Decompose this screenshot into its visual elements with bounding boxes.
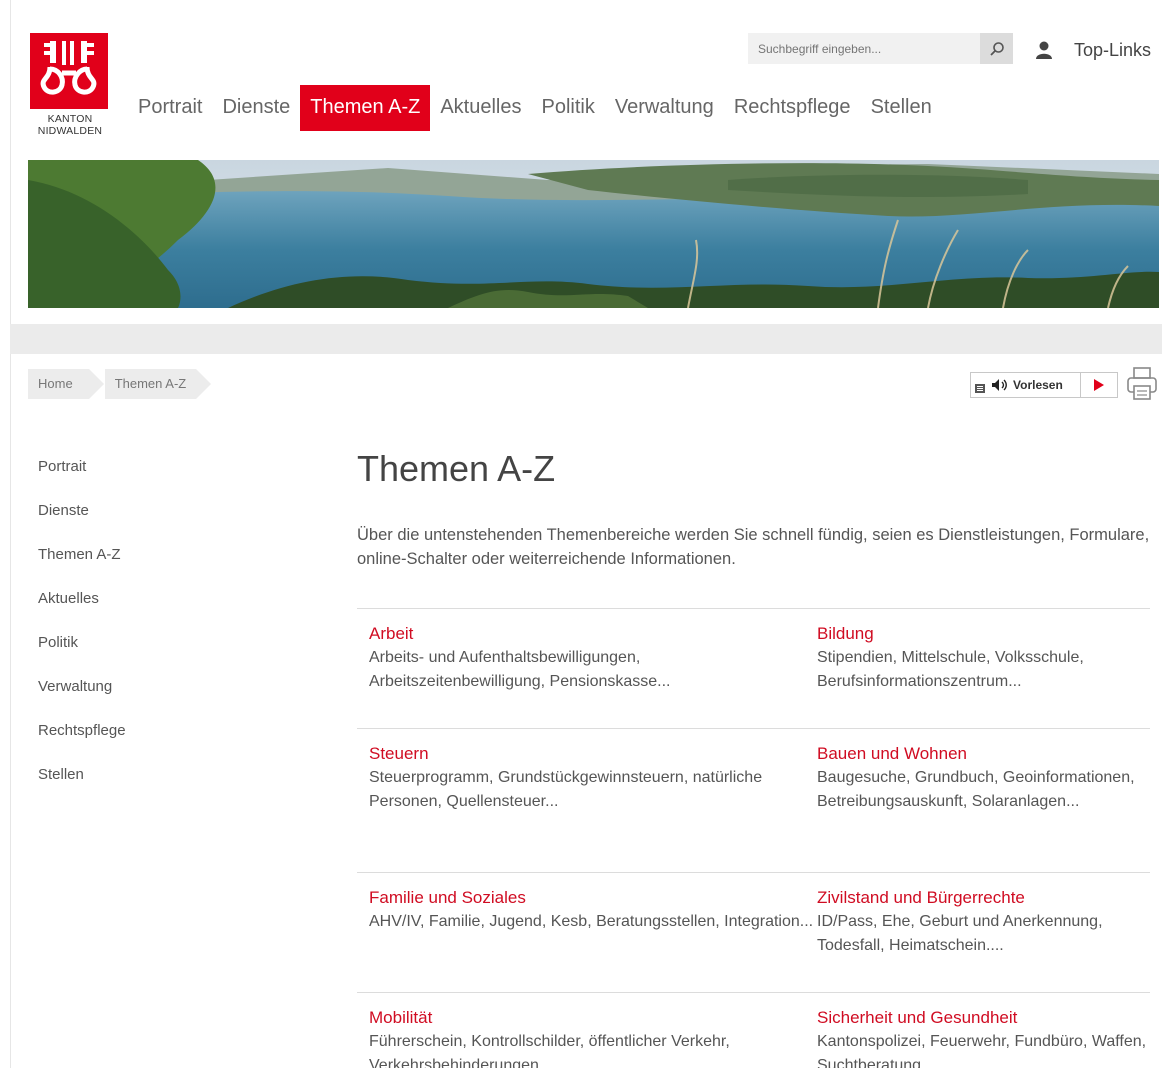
breadcrumb-themen-a-z[interactable]: Themen A-Z [89, 369, 211, 399]
read-aloud-widget: Vorlesen [970, 372, 1118, 398]
topic-bauen-und-wohnen: Bauen und Wohnen Baugesuche, Grundbuch, … [817, 742, 1150, 872]
side-item-politik[interactable]: Politik [38, 631, 288, 675]
topic-description: Führerschein, Kontrollschilder, öffentli… [369, 1033, 730, 1068]
topic-familie-und-soziales: Familie und Soziales AHV/IV, Familie, Ju… [369, 886, 817, 992]
logo-text-line2: NIDWALDEN [37, 125, 103, 137]
speaker-icon [992, 379, 1007, 391]
topic-link-bauen-und-wohnen[interactable]: Bauen und Wohnen [817, 742, 1150, 766]
topic-row: Familie und Soziales AHV/IV, Familie, Ju… [357, 872, 1150, 992]
logo-text-line1: KANTON [47, 113, 93, 125]
nav-item-stellen[interactable]: Stellen [861, 85, 942, 131]
top-links-button[interactable]: Top-Links [1034, 36, 1151, 64]
search-input[interactable] [748, 33, 980, 64]
topic-sicherheit-und-gesundheit: Sicherheit und Gesundheit Kantonspolizei… [817, 1006, 1150, 1068]
nav-item-themen-a-z[interactable]: Themen A-Z [300, 85, 431, 131]
breadcrumb: Home Themen A-Z [28, 369, 211, 399]
topic-link-zivilstand-und-buergerrechte[interactable]: Zivilstand und Bürgerrechte [817, 886, 1150, 910]
nav-item-rechtspflege[interactable]: Rechtspflege [724, 85, 861, 131]
main-navigation: Portrait Dienste Themen A-Z Aktuelles Po… [128, 85, 942, 131]
side-item-themen-a-z[interactable]: Themen A-Z [38, 543, 288, 587]
hero-lake-image [28, 160, 1159, 308]
topic-zivilstand-und-buergerrechte: Zivilstand und Bürgerrechte ID/Pass, Ehe… [817, 886, 1150, 992]
topic-link-sicherheit-und-gesundheit[interactable]: Sicherheit und Gesundheit [817, 1006, 1150, 1030]
topic-row: Mobilität Führerschein, Kontrollschilder… [357, 992, 1150, 1068]
side-item-stellen[interactable]: Stellen [38, 763, 288, 807]
side-item-aktuelles[interactable]: Aktuelles [38, 587, 288, 631]
topic-description: Baugesuche, Grundbuch, Geoinformationen,… [817, 769, 1135, 810]
topic-description: ID/Pass, Ehe, Geburt und Anerkennung, To… [817, 913, 1103, 954]
nav-item-portrait[interactable]: Portrait [128, 85, 212, 131]
search-box [748, 33, 1013, 64]
read-aloud-label: Vorlesen [1013, 378, 1063, 392]
side-item-verwaltung[interactable]: Verwaltung [38, 675, 288, 719]
nav-item-politik[interactable]: Politik [531, 85, 604, 131]
side-navigation: Portrait Dienste Themen A-Z Aktuelles Po… [38, 455, 288, 807]
topic-description: Kantonspolizei, Feuerwehr, Fundbüro, Waf… [817, 1033, 1147, 1068]
canton-logo[interactable]: KANTON NIDWALDEN [30, 33, 110, 145]
key-emblem-icon [40, 41, 97, 95]
topic-link-mobilitaet[interactable]: Mobilität [369, 1006, 817, 1030]
topic-bildung: Bildung Stipendien, Mittelschule, Volkss… [817, 622, 1150, 728]
topic-row: Steuern Steuerprogramm, Grundstückgewinn… [357, 728, 1150, 872]
nav-item-dienste[interactable]: Dienste [212, 85, 300, 131]
side-item-portrait[interactable]: Portrait [38, 455, 288, 499]
topic-steuern: Steuern Steuerprogramm, Grundstückgewinn… [369, 742, 817, 872]
top-links-label: Top-Links [1074, 39, 1152, 60]
topic-link-arbeit[interactable]: Arbeit [369, 622, 817, 646]
topic-mobilitaet: Mobilität Führerschein, Kontrollschilder… [369, 1006, 817, 1068]
intro-text: Über die untenstehenden Themenbereiche w… [357, 526, 1150, 568]
search-icon [989, 41, 1004, 56]
coat-of-arms-icon [30, 33, 108, 109]
topic-link-familie-und-soziales[interactable]: Familie und Soziales [369, 886, 817, 910]
user-icon [1036, 41, 1052, 59]
play-icon [1094, 379, 1104, 391]
main-content: Themen A-Z Über die untenstehenden Theme… [357, 445, 1150, 1068]
gray-band [10, 324, 1162, 354]
topic-description: AHV/IV, Familie, Jugend, Kesb, Beratungs… [369, 913, 814, 930]
print-button[interactable] [1125, 366, 1159, 402]
topic-description: Stipendien, Mittelschule, Volksschule, B… [817, 649, 1084, 690]
page-left-border [10, 0, 11, 1068]
topics-grid: Arbeit Arbeits- und Aufenthaltsbewilligu… [357, 608, 1150, 1068]
document-icon [975, 384, 985, 393]
topic-link-steuern[interactable]: Steuern [369, 742, 817, 766]
topic-row: Arbeit Arbeits- und Aufenthaltsbewilligu… [357, 608, 1150, 728]
topic-description: Arbeits- und Aufenthaltsbewilligungen, A… [369, 649, 671, 690]
search-button[interactable] [980, 33, 1013, 64]
printer-icon [1127, 367, 1157, 400]
read-aloud-button[interactable]: Vorlesen [971, 373, 1081, 397]
play-button[interactable] [1081, 373, 1117, 397]
nav-item-aktuelles[interactable]: Aktuelles [430, 85, 531, 131]
topic-arbeit: Arbeit Arbeits- und Aufenthaltsbewilligu… [369, 622, 817, 728]
topic-link-bildung[interactable]: Bildung [817, 622, 1150, 646]
page-title: Themen A-Z [357, 448, 556, 489]
nav-item-verwaltung[interactable]: Verwaltung [605, 85, 724, 131]
breadcrumb-home[interactable]: Home [28, 369, 104, 399]
topic-description: Steuerprogramm, Grundstückgewinnsteuern,… [369, 769, 763, 810]
side-item-rechtspflege[interactable]: Rechtspflege [38, 719, 288, 763]
logo-text: KANTON NIDWALDEN [30, 113, 110, 137]
side-item-dienste[interactable]: Dienste [38, 499, 288, 543]
